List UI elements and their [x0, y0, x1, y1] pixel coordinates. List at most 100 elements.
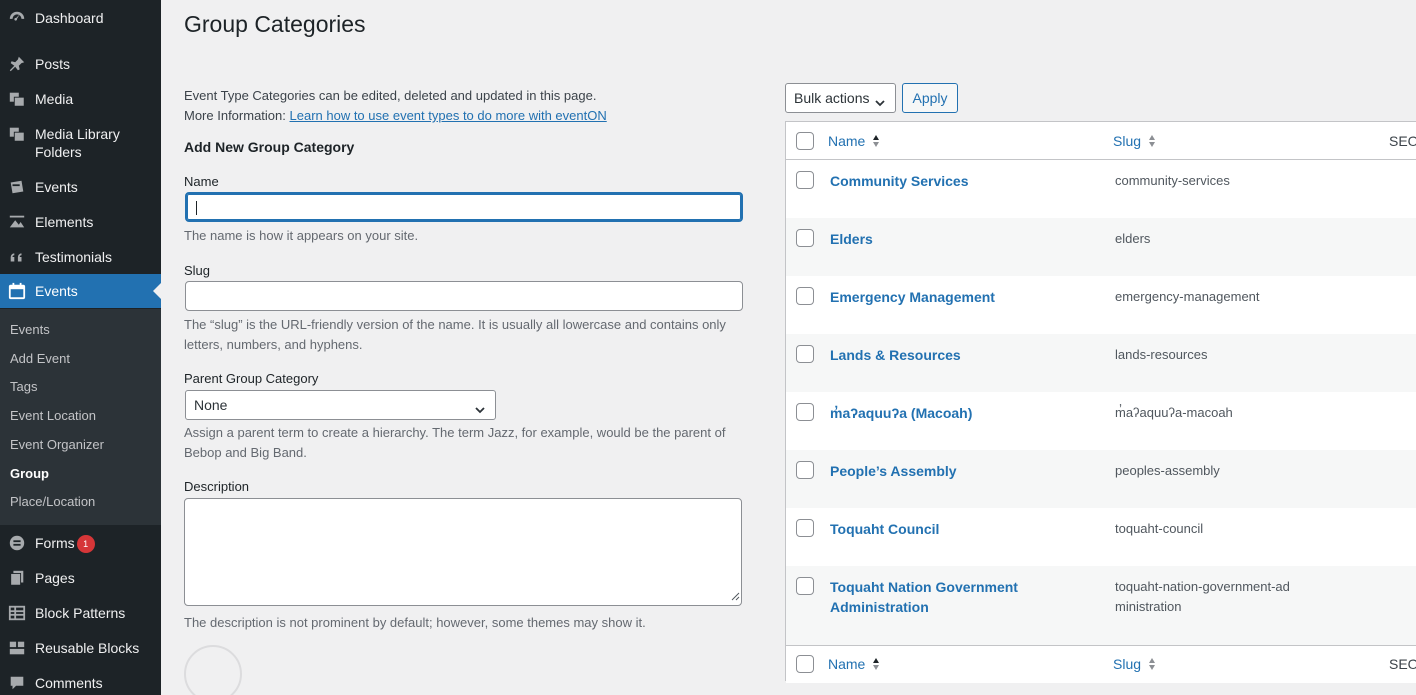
calendar-icon: [7, 281, 27, 301]
menu-label: Elements: [35, 214, 94, 230]
row-slug: toquaht-council: [1115, 521, 1204, 536]
row-name-link[interactable]: Lands & Resources: [830, 345, 1070, 365]
menu-events-current[interactable]: Events: [0, 274, 161, 308]
menu-label: Forms 1: [35, 534, 95, 553]
bulk-actions-label: Bulk actions: [794, 90, 870, 106]
learn-more-link[interactable]: Learn how to use event types to do more …: [290, 108, 607, 123]
loading-spinner-icon: [184, 645, 242, 695]
description-textarea[interactable]: [184, 498, 742, 606]
column-slug-label: Slug: [1113, 656, 1142, 672]
row-checkbox[interactable]: [796, 171, 814, 189]
slug-help: The “slug” is the URL-friendly version o…: [184, 317, 726, 352]
column-name-sort[interactable]: Name: [828, 133, 880, 151]
table-row: Toquaht Council toquaht-council: [786, 508, 1416, 566]
menu-elements[interactable]: Elements: [0, 212, 161, 232]
row-checkbox[interactable]: [796, 345, 814, 363]
submenu-event-location[interactable]: Event Location: [10, 408, 96, 424]
menu-block-patterns[interactable]: Block Patterns: [0, 603, 161, 623]
row-checkbox[interactable]: [796, 519, 814, 537]
row-name-link[interactable]: People’s Assembly: [830, 461, 1070, 481]
menu-label: Events: [35, 179, 78, 195]
column-slug-sort-footer[interactable]: Slug: [1113, 656, 1156, 674]
row-slug: community-services: [1115, 173, 1230, 188]
notification-badge: 1: [76, 535, 95, 553]
column-slug-sort[interactable]: Slug: [1113, 133, 1156, 151]
menu-label: Events: [35, 283, 78, 299]
chevron-down-icon: [873, 91, 887, 119]
apply-button[interactable]: Apply: [902, 83, 958, 113]
row-name-link[interactable]: Toquaht Nation Government Administration: [830, 577, 1050, 617]
media-folders-icon: [7, 124, 27, 144]
row-checkbox[interactable]: [796, 577, 814, 595]
row-checkbox[interactable]: [796, 461, 814, 479]
menu-media[interactable]: Media: [0, 89, 161, 109]
menu-comments[interactable]: Comments: [0, 673, 161, 693]
table-header: Name Slug SEO: [786, 122, 1416, 160]
menu-forms[interactable]: Forms 1: [0, 533, 161, 553]
row-checkbox[interactable]: [796, 403, 814, 421]
admin-sidebar: Dashboard Posts Media Media Library Fold…: [0, 0, 161, 695]
chevron-down-icon: [473, 398, 487, 426]
column-seo-label: SEO: [1389, 133, 1416, 149]
menu-label: Pages: [35, 570, 75, 586]
parent-select[interactable]: None: [185, 390, 496, 420]
row-slug: peoples-assembly: [1115, 463, 1220, 478]
row-slug: emergency-management: [1115, 289, 1260, 304]
menu-dashboard[interactable]: Dashboard: [0, 8, 161, 28]
blocks-icon: [7, 638, 27, 658]
parent-help: Assign a parent term to create a hierarc…: [184, 425, 726, 460]
menu-pages[interactable]: Pages: [0, 568, 161, 588]
submenu-event-organizer[interactable]: Event Organizer: [10, 437, 104, 453]
sort-asc-icon: [872, 657, 880, 674]
name-input[interactable]: [185, 192, 743, 222]
form-heading: Add New Group Category: [184, 139, 355, 155]
menu-reusable-blocks[interactable]: Reusable Blocks: [0, 638, 161, 658]
submenu-place-location[interactable]: Place/Location: [10, 494, 95, 510]
table-footer: Name Slug SEO: [786, 645, 1416, 683]
page-title: Group Categories: [184, 11, 366, 37]
row-slug: toquaht-nation-government-administration: [1115, 579, 1290, 614]
bulk-actions-select[interactable]: Bulk actions: [785, 83, 896, 113]
quote-icon: [7, 247, 27, 267]
row-name-link[interactable]: Toquaht Council: [830, 519, 1070, 539]
grid-icon: [7, 603, 27, 623]
menu-forms-label: Forms: [35, 535, 75, 551]
column-name-label: Name: [828, 133, 866, 149]
menu-posts[interactable]: Posts: [0, 54, 161, 74]
select-all-checkbox-footer[interactable]: [796, 655, 814, 673]
table-row: Toquaht Nation Government Administration…: [786, 566, 1416, 645]
sort-asc-icon: [872, 134, 880, 151]
column-name-sort-footer[interactable]: Name: [828, 656, 880, 674]
parent-select-value: None: [194, 397, 228, 413]
submenu-events[interactable]: Events: [10, 322, 50, 338]
row-name-link[interactable]: m̓aʔaquuʔa (Macoah): [830, 403, 1070, 423]
menu-media-library-folders[interactable]: Media Library Folders: [0, 124, 161, 162]
table-row: Community Services community-services: [786, 160, 1416, 218]
row-name-link[interactable]: Elders: [830, 229, 1070, 249]
dashboard-icon: [7, 8, 27, 28]
forms-icon: [7, 533, 27, 553]
table-row: People’s Assembly peoples-assembly: [786, 450, 1416, 508]
select-all-checkbox[interactable]: [796, 132, 814, 150]
row-checkbox[interactable]: [796, 229, 814, 247]
menu-label: Media Library Folders: [35, 126, 120, 160]
menu-label: Dashboard: [35, 10, 104, 26]
menu-testimonials[interactable]: Testimonials: [0, 247, 161, 267]
row-slug: elders: [1115, 231, 1151, 246]
row-name-link[interactable]: Community Services: [830, 171, 1070, 191]
row-name-link[interactable]: Emergency Management: [830, 287, 1070, 307]
column-name-label: Name: [828, 656, 866, 672]
row-checkbox[interactable]: [796, 287, 814, 305]
submenu-add-event[interactable]: Add Event: [10, 351, 70, 367]
resize-grip-icon[interactable]: [730, 589, 740, 604]
slug-input[interactable]: [185, 281, 743, 311]
menu-label: Media: [35, 91, 74, 107]
slug-label: Slug: [184, 263, 211, 278]
description-label: Description: [184, 479, 250, 494]
menu-events-primary[interactable]: Events: [0, 177, 161, 197]
elements-icon: [7, 212, 27, 232]
submenu-tags[interactable]: Tags: [10, 379, 37, 395]
categories-table: Name Slug SEO Community Services communi…: [785, 121, 1416, 683]
description-help: The description is not prominent by defa…: [184, 615, 646, 630]
submenu-group[interactable]: Group: [10, 466, 49, 482]
